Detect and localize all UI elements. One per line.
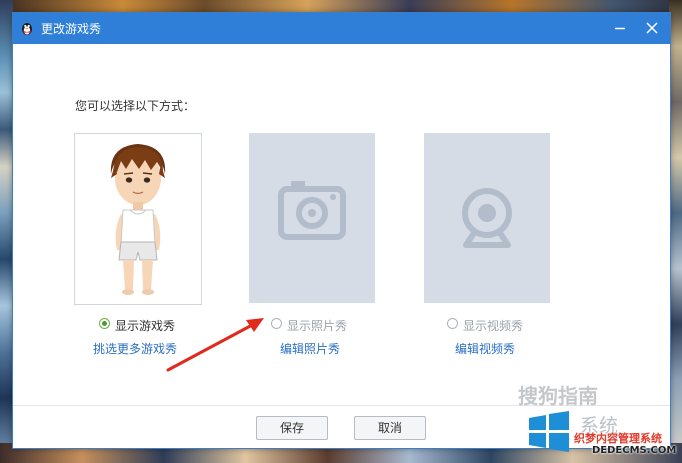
title-bar[interactable]: 更改游戏秀 — [13, 13, 670, 44]
photo-show-preview-card[interactable] — [249, 133, 375, 303]
game-show-radio[interactable] — [99, 318, 110, 329]
dedecms-cn-watermark: 织梦内容管理系统 — [574, 432, 662, 445]
annotation-arrow — [166, 318, 264, 372]
edit-video-show-link[interactable]: 编辑视频秀 — [455, 340, 515, 357]
video-show-radio[interactable] — [447, 318, 458, 329]
photo-show-label[interactable]: 显示照片秀 — [287, 317, 347, 334]
edit-photo-show-link[interactable]: 编辑照片秀 — [280, 340, 340, 357]
cancel-button[interactable]: 取消 — [354, 416, 426, 440]
windows-logo-icon — [529, 411, 569, 452]
avatar-figure — [110, 144, 166, 295]
minimize-icon[interactable] — [609, 17, 631, 39]
dialog-title: 更改游戏秀 — [41, 22, 102, 36]
qq-penguin-icon — [22, 23, 32, 35]
camera-icon — [278, 181, 346, 240]
choose-method-prompt: 您可以选择以下方式： — [75, 99, 196, 113]
video-show-label[interactable]: 显示视频秀 — [463, 317, 523, 334]
photo-show-radio[interactable] — [271, 318, 282, 329]
dedecms-url-watermark: DEDECMS.COM — [592, 445, 677, 456]
video-show-preview-card[interactable] — [424, 133, 550, 303]
webcam-icon — [462, 188, 512, 248]
game-show-preview-card[interactable] — [74, 133, 202, 305]
close-icon[interactable] — [641, 17, 663, 39]
background-game-thumbnails-top — [0, 0, 682, 12]
sogou-guide-watermark: 搜狗指南 — [518, 384, 598, 408]
save-button[interactable]: 保存 — [256, 416, 328, 440]
